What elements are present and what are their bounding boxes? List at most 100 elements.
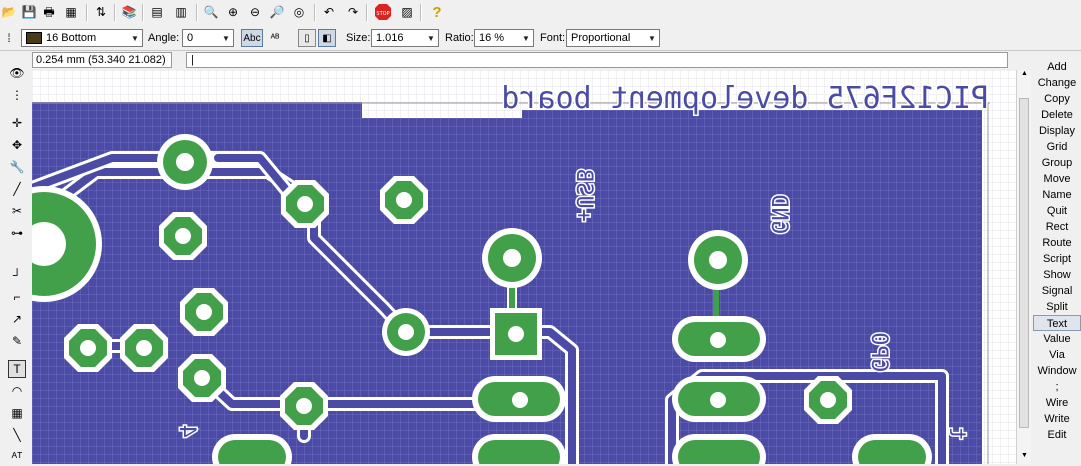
polygon-icon[interactable]: ✎ xyxy=(8,332,26,350)
size-label: Size: xyxy=(346,32,371,44)
command-value-button[interactable]: Value xyxy=(1033,331,1081,347)
help-icon[interactable]: ? xyxy=(428,3,446,21)
command-window-button[interactable]: Window xyxy=(1033,363,1081,379)
info-icon[interactable]: 👁 xyxy=(8,64,26,82)
scroll-up-icon[interactable]: ▲ xyxy=(1017,70,1032,82)
size-value: 1.016 xyxy=(376,32,404,44)
zoom-fit-icon[interactable]: 🔍 xyxy=(202,3,220,21)
scroll-down-icon[interactable]: ▼ xyxy=(1017,452,1032,464)
print-icon[interactable]: 🖶 xyxy=(40,3,58,21)
script-icon[interactable]: ⇅ xyxy=(92,3,110,21)
text-icon[interactable]: T xyxy=(8,360,26,378)
library-icon[interactable]: 📚 xyxy=(120,3,138,21)
command-wire-button[interactable]: Wire xyxy=(1033,395,1081,411)
usb-label: +USB xyxy=(571,169,596,222)
route-icon[interactable]: ⌐ xyxy=(8,288,26,306)
wire-icon[interactable]: ┘ xyxy=(8,266,26,284)
command-grid-button[interactable]: Grid xyxy=(1033,139,1081,155)
command-delete-button[interactable]: Delete xyxy=(1033,107,1081,123)
align-left-button[interactable]: ▯ xyxy=(298,29,316,47)
font-label: Font: xyxy=(540,32,566,44)
attribute-icon[interactable]: ᴬᵀ xyxy=(8,448,26,466)
spin-text-button[interactable]: Abc xyxy=(241,29,263,47)
mirror-icon[interactable]: ╱ xyxy=(8,180,26,198)
command-display-button[interactable]: Display xyxy=(1033,123,1081,139)
command-rect-button[interactable]: Rect xyxy=(1033,219,1081,235)
main-toolbar: 📂 💾 🖶 ▦ ⇅ 📚 ▤ ▥ 🔍 ⊕ ⊖ 🔎 ◎ ↶ ↷ STOP ▨ ? xyxy=(0,0,1081,27)
command-add-button[interactable]: Add xyxy=(1033,59,1081,75)
chevron-down-icon: ▼ xyxy=(522,33,530,43)
tool-palette: 👁 ⋮ ✛ ✥ 🔧 ╱ ✂ ⊶ ┘ ⌐ ↗ ✎ T ◠ ▦ ╲ ᴬᵀ xyxy=(0,60,31,464)
command-separator-button[interactable]: ; xyxy=(1033,379,1081,395)
angle-label: Angle: xyxy=(148,32,180,44)
coordinate-display: 0.254 mm (53.340 21.082) xyxy=(32,52,172,68)
command-input[interactable]: | xyxy=(186,52,1008,68)
command-script-button[interactable]: Script xyxy=(1033,251,1081,267)
command-via-button[interactable]: Via xyxy=(1033,347,1081,363)
command-edit-button[interactable]: Edit xyxy=(1033,427,1081,443)
redraw-icon[interactable]: ◎ xyxy=(290,3,308,21)
ratio-value: 16 % xyxy=(479,32,505,44)
ratio-label: Ratio: xyxy=(445,32,474,44)
copy-tool-icon[interactable]: 🔧 xyxy=(8,158,26,176)
t-label: t xyxy=(944,427,969,440)
angle-value: 0 xyxy=(187,32,194,44)
angle-select[interactable]: 0 ▼ xyxy=(182,29,234,47)
cam-processor-icon[interactable]: ▦ xyxy=(62,3,80,21)
pin4-label: 4 xyxy=(174,425,199,438)
align-right-button[interactable]: ◧ xyxy=(318,29,336,47)
chevron-down-icon: ▼ xyxy=(131,33,139,43)
size-select[interactable]: 1.016 ▼ xyxy=(371,29,439,47)
layer-select[interactable]: 16 Bottom ▼ xyxy=(21,29,143,47)
board-canvas[interactable]: PIC12F675 development board +USB GND GP0… xyxy=(32,70,1016,464)
board-title: PIC12F675 development board xyxy=(501,81,989,116)
vertical-scrollbar[interactable]: ▲ ▼ xyxy=(1016,70,1031,464)
command-panel: Add Change Copy Delete Display Grid Group Move N… xyxy=(1031,58,1081,464)
layer-value: 16 Bottom xyxy=(46,32,97,44)
mark-icon[interactable]: ✛ xyxy=(8,114,26,132)
layer-color-swatch xyxy=(26,32,42,44)
zoom-in-icon[interactable]: ⊕ xyxy=(224,3,242,21)
command-name-button[interactable]: Name xyxy=(1033,187,1081,203)
command-signal-button[interactable]: Signal xyxy=(1033,283,1081,299)
command-group-button[interactable]: Group xyxy=(1033,155,1081,171)
via-icon[interactable]: ╲ xyxy=(8,426,26,444)
open-icon[interactable]: 📂 xyxy=(0,3,18,21)
gnd-label: GND xyxy=(766,194,791,234)
save-icon[interactable]: 💾 xyxy=(20,3,38,21)
scrollbar-thumb[interactable] xyxy=(1019,98,1029,428)
gp0-label: GP0 xyxy=(866,332,891,372)
rect-icon[interactable]: ▦ xyxy=(8,404,26,422)
move-tool-icon[interactable]: ✥ xyxy=(8,136,26,154)
ripup-icon[interactable]: ↗ xyxy=(8,310,26,328)
command-text-button[interactable]: Text xyxy=(1033,315,1081,331)
command-copy-button[interactable]: Copy xyxy=(1033,91,1081,107)
stop-icon[interactable]: STOP xyxy=(374,3,392,21)
board-icon[interactable]: ▥ xyxy=(172,3,190,21)
board-title-text: PIC12F675 development board xyxy=(500,80,991,118)
schematic-icon[interactable]: ▤ xyxy=(148,3,166,21)
grid-toggle-icon[interactable]: ⁞ xyxy=(0,29,18,47)
ratio-select[interactable]: 16 % ▼ xyxy=(474,29,534,47)
arc-icon[interactable]: ◠ xyxy=(8,382,26,400)
command-quit-button[interactable]: Quit xyxy=(1033,203,1081,219)
show-icon[interactable]: ⋮ xyxy=(8,86,26,104)
split-icon[interactable]: ⊶ xyxy=(8,224,26,242)
undo-icon[interactable]: ↶ xyxy=(320,3,338,21)
command-route-button[interactable]: Route xyxy=(1033,235,1081,251)
rotate-icon[interactable]: ✂ xyxy=(8,202,26,220)
command-move-button[interactable]: Move xyxy=(1033,171,1081,187)
command-change-button[interactable]: Change xyxy=(1033,75,1081,91)
parameter-toolbar: ⁞ 16 Bottom ▼ Angle: 0 ▼ Abc ᴬᴮ ▯ ◧ Size… xyxy=(0,26,1081,51)
command-show-button[interactable]: Show xyxy=(1033,267,1081,283)
svg-text:STOP: STOP xyxy=(376,11,389,17)
zoom-select-icon[interactable]: 🔎 xyxy=(268,3,286,21)
command-split-button[interactable]: Split xyxy=(1033,299,1081,315)
command-write-button[interactable]: Write xyxy=(1033,411,1081,427)
mirror-text-button[interactable]: ᴬᴮ xyxy=(266,29,284,47)
zoom-out-icon[interactable]: ⊖ xyxy=(246,3,264,21)
chevron-down-icon: ▼ xyxy=(427,33,435,43)
go-icon[interactable]: ▨ xyxy=(398,3,416,21)
font-select[interactable]: Proportional ▼ xyxy=(566,29,660,47)
redo-icon[interactable]: ↷ xyxy=(344,3,362,21)
